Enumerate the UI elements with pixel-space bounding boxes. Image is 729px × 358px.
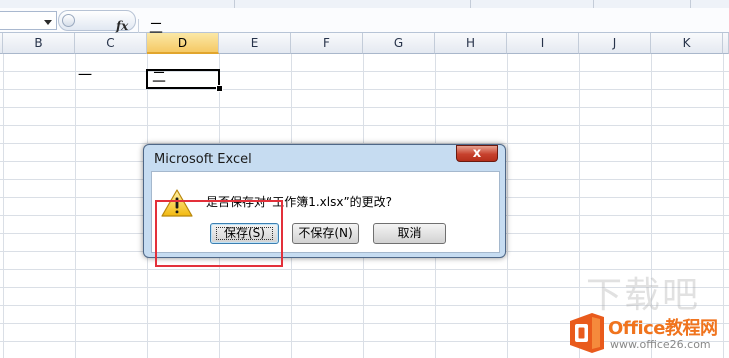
close-button[interactable]: x — [456, 145, 498, 162]
brand-name: Office教程网 — [608, 318, 718, 339]
cell-d2-selected[interactable]: 二 — [146, 69, 220, 89]
chevron-down-icon[interactable] — [44, 20, 52, 25]
column-header-edge — [0, 33, 3, 54]
close-icon: x — [472, 146, 482, 161]
column-header-i[interactable]: I — [507, 33, 579, 54]
formula-bar: fx 二 — [0, 8, 729, 39]
insert-function-icon[interactable]: fx — [116, 19, 128, 33]
cancel-button-label: 取消 — [397, 226, 422, 240]
cell-c2[interactable]: 一 — [78, 67, 144, 85]
column-header-j[interactable]: J — [579, 33, 651, 54]
resize-knob-icon[interactable] — [62, 14, 75, 27]
name-box[interactable] — [0, 11, 57, 30]
column-header-f[interactable]: F — [291, 33, 363, 54]
fill-handle[interactable] — [216, 85, 223, 92]
office-logo-icon — [570, 313, 604, 353]
column-header-e[interactable]: E — [219, 33, 291, 54]
cancel-button[interactable]: 取消 — [373, 223, 446, 244]
dialog-title: Microsoft Excel — [154, 152, 252, 167]
dont-save-button-label: 不保存(N) — [298, 226, 353, 240]
column-header-d[interactable]: D — [147, 33, 219, 54]
column-header-b[interactable]: B — [3, 33, 75, 54]
dont-save-button[interactable]: 不保存(N) — [292, 223, 359, 244]
brand-url: www.office26.com — [610, 338, 711, 351]
ribbon-divider — [690, 0, 691, 8]
column-header-g[interactable]: G — [363, 33, 435, 54]
ribbon-divider — [234, 0, 235, 8]
column-header-k[interactable]: K — [651, 33, 723, 54]
column-header-edge — [723, 33, 729, 54]
ribbon-divider — [470, 0, 471, 8]
column-header-c[interactable]: C — [75, 33, 147, 54]
column-header-h[interactable]: H — [435, 33, 507, 54]
highlight-annotation — [155, 200, 283, 267]
ribbon-divider — [593, 0, 594, 8]
